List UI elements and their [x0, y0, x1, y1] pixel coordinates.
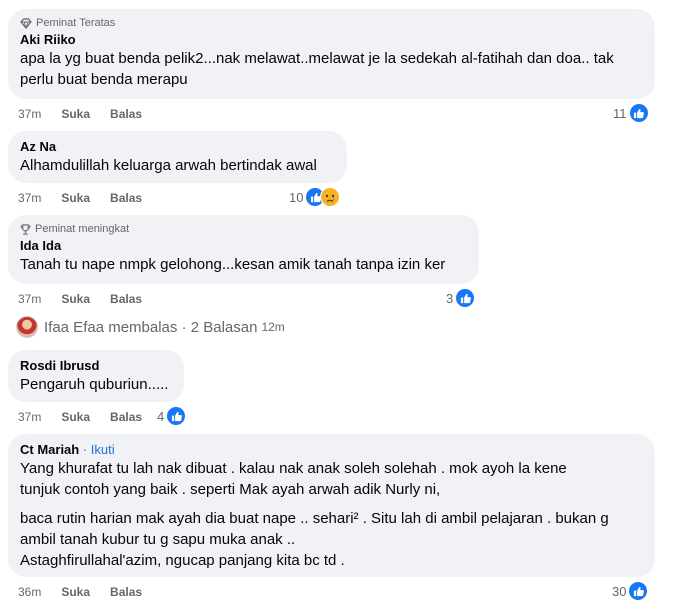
comment-text-line: Astaghfirullahal'azim, ngucap panjang ki… [20, 552, 345, 569]
reactions[interactable]: 10 [289, 187, 341, 207]
like-button[interactable]: Suka [61, 104, 90, 124]
comment-bubble: Ct Mariah · Ikuti Yang khurafat tu lah n… [8, 434, 655, 577]
reactions[interactable]: 11 [613, 103, 649, 123]
like-reaction-icon [628, 103, 649, 123]
view-replies-link[interactable]: Ifaa Efaa membalas · 2 Balasan 12m [16, 316, 285, 338]
reply-button[interactable]: Balas [110, 407, 142, 427]
reply-button[interactable]: Balas [110, 582, 142, 602]
comment-time[interactable]: 37m [18, 188, 41, 208]
comment-time[interactable]: 37m [18, 104, 41, 124]
avatar [16, 316, 38, 338]
trophy-badge-icon [20, 223, 31, 235]
reply-summary-time: 12m [261, 320, 285, 334]
reply-button[interactable]: Balas [110, 104, 142, 124]
comment-text: Pengaruh quburiun..... [20, 374, 172, 395]
like-reaction-icon [628, 581, 649, 601]
comment-text: Tanah tu nape nmpk gelohong...kesan amik… [20, 254, 467, 275]
comment-text-line: Tanah tu nape nmpk gelohong...kesan amik… [20, 256, 446, 273]
reaction-count: 30 [612, 583, 627, 599]
comment-bubble: Az Na Alhamdulillah keluarga arwah berti… [8, 131, 347, 183]
like-button[interactable]: Suka [61, 289, 90, 309]
comment-author-name[interactable]: Ct Mariah [20, 442, 79, 457]
reply-button[interactable]: Balas [110, 289, 142, 309]
follow-link[interactable]: · Ikuti [79, 442, 115, 457]
sad-reaction-icon [320, 187, 341, 207]
like-button[interactable]: Suka [61, 407, 90, 427]
comment-bubble: Peminat meningkat Ida Ida Tanah tu nape … [8, 215, 479, 284]
reactions[interactable]: 30 [612, 581, 649, 601]
comment-text-line: apa la yg buat benda pelik2...nak melawa… [20, 50, 614, 67]
reaction-count: 4 [157, 408, 165, 424]
comment-author[interactable]: Ct Mariah · Ikuti [20, 442, 643, 458]
badge-label: Peminat Teratas [36, 17, 116, 29]
like-reaction-icon [166, 406, 187, 426]
reactions[interactable]: 4 [157, 406, 187, 426]
badge-label: Peminat meningkat [35, 223, 130, 235]
comment-time[interactable]: 37m [18, 407, 41, 427]
comment-bubble: Peminat Teratas Aki Riiko apa la yg buat… [8, 9, 655, 99]
comment-time[interactable]: 37m [18, 289, 41, 309]
comment-actions: 37m Suka Balas [18, 188, 162, 208]
comment-actions: 37m Suka Balas [18, 104, 162, 124]
comment-text-line: Pengaruh quburiun..... [20, 376, 169, 393]
comment-actions: 36m Suka Balas [18, 582, 162, 602]
reaction-count: 10 [289, 189, 304, 205]
comment-author[interactable]: Aki Riiko [20, 32, 643, 48]
comment-author[interactable]: Rosdi Ibrusd [20, 358, 172, 374]
reaction-count: 3 [446, 290, 454, 306]
rising-fan-badge: Peminat meningkat [20, 223, 467, 235]
comment-text-line: ambil tanah kubur tu g sapu muka anak .. [20, 531, 296, 548]
comment-author[interactable]: Az Na [20, 139, 335, 155]
comment-text: apa la yg buat benda pelik2...nak melawa… [20, 48, 643, 90]
comment-text-line: Alhamdulillah keluarga arwah bertindak a… [20, 157, 317, 174]
comment-text-line: baca rutin harian mak ayah dia buat nape… [20, 510, 609, 527]
reaction-count: 11 [613, 105, 627, 121]
like-reaction-icon [455, 288, 476, 308]
reactions[interactable]: 3 [446, 288, 476, 308]
reply-summary-text[interactable]: Ifaa Efaa membalas · 2 Balasan [44, 319, 257, 336]
diamond-badge-icon [20, 17, 32, 29]
comment-author[interactable]: Ida Ida [20, 238, 467, 254]
like-button[interactable]: Suka [61, 582, 90, 602]
top-fan-badge: Peminat Teratas [20, 17, 643, 29]
comment-actions: 37m Suka Balas [18, 289, 162, 309]
comment-time[interactable]: 36m [18, 582, 41, 602]
comment-text-line: Yang khurafat tu lah nak dibuat . kalau … [20, 460, 567, 477]
comment-bubble: Rosdi Ibrusd Pengaruh quburiun..... [8, 350, 184, 402]
comment-text-line: tunjuk contoh yang baik . seperti Mak ay… [20, 481, 441, 498]
like-button[interactable]: Suka [61, 188, 90, 208]
comment-text-line: perlu buat benda merapu [20, 71, 188, 88]
reply-button[interactable]: Balas [110, 188, 142, 208]
comment-actions: 37m Suka Balas [18, 407, 162, 427]
comment-text: Alhamdulillah keluarga arwah bertindak a… [20, 155, 335, 176]
comment-text: Yang khurafat tu lah nak dibuat . kalau … [20, 458, 643, 571]
